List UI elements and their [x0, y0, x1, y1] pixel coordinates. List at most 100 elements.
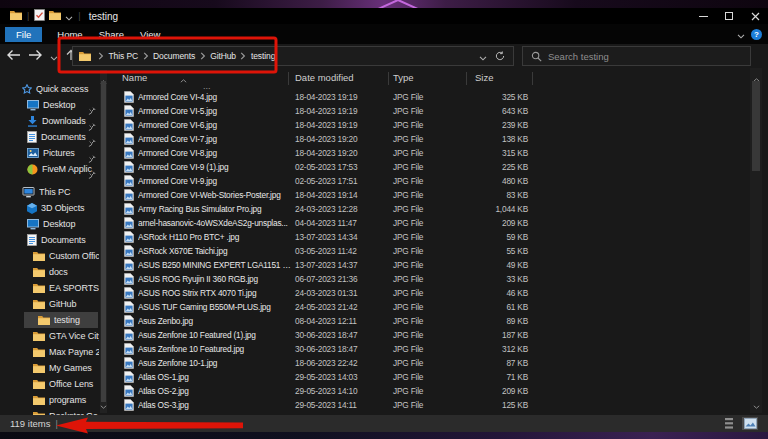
- recent-locations-chevron-icon[interactable]: [50, 47, 58, 65]
- sidebar-item-downloads[interactable]: Downloads: [0, 113, 104, 129]
- column-header-name[interactable]: Name: [122, 72, 147, 83]
- sidebar-scrollbar[interactable]: [100, 70, 107, 413]
- refresh-icon[interactable]: [495, 47, 505, 65]
- file-row[interactable]: ASUS ROG Strix RTX 4070 Ti.jpg24-03-2023…: [108, 286, 768, 300]
- sidebar-item-documents[interactable]: Documents: [0, 129, 104, 145]
- file-size: 643 KB: [466, 104, 528, 118]
- thumbnails-view-button[interactable]: [742, 417, 758, 430]
- new-folder-icon[interactable]: [49, 7, 61, 25]
- tab-home[interactable]: Home: [49, 27, 90, 42]
- sidebar-item-label: Office Lens: [49, 379, 99, 389]
- sidebar-item-desktop[interactable]: Desktop: [0, 216, 104, 232]
- tab-view[interactable]: View: [132, 27, 168, 42]
- details-view-button[interactable]: [721, 417, 737, 430]
- file-name: ASUS ROG Ryujin II 360 RGB.jpg: [138, 272, 292, 286]
- cube-icon: [27, 203, 37, 214]
- properties-icon[interactable]: [34, 7, 45, 25]
- jpg-file-icon: [124, 399, 134, 415]
- file-row[interactable]: arnel-hasanovic-4oWSXdeAS2g-unsplas...04…: [108, 216, 768, 230]
- file-row[interactable]: Atlas OS-3.jpg29-05-2023 14:11JPG File12…: [108, 398, 768, 412]
- file-size: 1,044 KB: [466, 202, 528, 216]
- file-row[interactable]: ASRock H110 Pro BTC+ .jpg13-07-2023 14:3…: [108, 230, 768, 244]
- column-separator[interactable]: [388, 72, 389, 85]
- sidebar-item-quick-access[interactable]: Quick access: [0, 81, 104, 97]
- forward-icon[interactable]: [28, 47, 43, 65]
- breadcrumb-chevron-icon[interactable]: [140, 52, 152, 60]
- file-row[interactable]: Armored Core VI-9 (1).jpg02-05-2023 17:5…: [108, 160, 768, 174]
- file-row[interactable]: ASUS B250 MINING EXPERT LGA1151 DD...13-…: [108, 258, 768, 272]
- file-type: JPG File: [393, 258, 423, 272]
- sidebar-item-fivem-applic[interactable]: FiveM Applic: [0, 161, 104, 177]
- minimize-button[interactable]: [690, 8, 716, 24]
- column-separator[interactable]: [532, 72, 533, 85]
- breadcrumb-chevron-icon[interactable]: [95, 52, 107, 60]
- help-icon[interactable]: ?: [751, 29, 762, 40]
- file-name: Armored Core VI-7.jpg: [138, 132, 292, 146]
- column-separator[interactable]: [288, 72, 289, 85]
- file-row[interactable]: Atlas OS-2.jpg29-05-2023 14:10JPG File20…: [108, 384, 768, 398]
- file-type: JPG File: [393, 230, 423, 244]
- file-row[interactable]: Asus Zenfone 10 Featured (1).jpg30-06-20…: [108, 328, 768, 342]
- breadcrumb-segment[interactable]: GitHub: [209, 51, 238, 61]
- breadcrumb-chevron-icon[interactable]: [197, 52, 209, 60]
- sidebar-item-my-games[interactable]: My Games: [0, 360, 104, 376]
- file-name: Asus Zenfone 10-1.jpg: [138, 356, 292, 370]
- sidebar-item-docs[interactable]: docs: [0, 264, 104, 280]
- file-row[interactable]: Armored Core VI-7.jpg18-04-2023 19:20JPG…: [108, 132, 768, 146]
- file-row[interactable]: Armored Core VI-9.jpg02-05-2023 17:51JPG…: [108, 174, 768, 188]
- sidebar-item-pictures[interactable]: Pictures: [0, 145, 104, 161]
- sidebar-item-documents[interactable]: Documents: [0, 232, 104, 248]
- column-separator[interactable]: [466, 72, 467, 85]
- maximize-button[interactable]: [716, 8, 742, 24]
- file-row[interactable]: Army Racing Bus Simulator Pro.jpg24-03-2…: [108, 202, 768, 216]
- sidebar-item-ea-sports-tm[interactable]: EA SPORTS(TM: [0, 280, 104, 296]
- tab-file[interactable]: File: [5, 27, 42, 42]
- tab-share[interactable]: Share: [91, 27, 132, 42]
- breadcrumb-segment[interactable]: This PC: [107, 51, 140, 61]
- file-row[interactable]: Armored Core VI-6.jpg18-04-2023 19:19JPG…: [108, 118, 768, 132]
- file-row[interactable]: Armored Core VI-Web-Stories-Poster.jpg18…: [108, 188, 768, 202]
- items-count: 119 items: [10, 418, 50, 429]
- sidebar-item-this-pc[interactable]: This PC: [0, 184, 104, 200]
- file-row[interactable]: Asus Zenfone 10-1.jpg18-06-2023 22:42JPG…: [108, 356, 768, 370]
- sidebar-item-github[interactable]: GitHub: [0, 296, 104, 312]
- file-row[interactable]: Atlas OS-1.jpg29-05-2023 14:03JPG File71…: [108, 370, 768, 384]
- column-header-type[interactable]: Type: [393, 72, 414, 83]
- file-row[interactable]: Asus Zenbo.jpg08-04-2023 12:11JPG File89…: [108, 314, 768, 328]
- sidebar-item-office-lens[interactable]: Office Lens: [0, 376, 104, 392]
- address-dropdown-chevron-icon[interactable]: [479, 47, 487, 65]
- folder-icon: [33, 363, 45, 374]
- breadcrumb-segment[interactable]: Documents: [152, 51, 197, 61]
- sidebar-item-desktop[interactable]: Desktop: [0, 97, 104, 113]
- address-bar[interactable]: This PC Documents GitHub testing: [72, 46, 514, 66]
- breadcrumb: This PC Documents GitHub testing: [91, 51, 479, 61]
- sidebar-item-custom-office[interactable]: Custom Office: [0, 248, 104, 264]
- close-button[interactable]: [742, 8, 768, 24]
- file-row[interactable]: ASUS ROG Ryujin II 360 RGB.jpg06-07-2023…: [108, 272, 768, 286]
- folder-icon: [38, 315, 50, 326]
- column-header-date-modified[interactable]: Date modified: [295, 72, 354, 83]
- ribbon-collapse-chevron-icon[interactable]: [737, 25, 745, 43]
- column-header-size[interactable]: Size: [475, 72, 493, 83]
- breadcrumb-segment[interactable]: testing: [249, 51, 276, 61]
- sidebar-item-max-payne-2-s[interactable]: Max Payne 2 S: [0, 344, 104, 360]
- file-row[interactable]: ASRock X670E Taichi.jpg03-05-2023 11:42J…: [108, 244, 768, 258]
- file-row[interactable]: Armored Core VI-5.jpg18-04-2023 19:19JPG…: [108, 104, 768, 118]
- sidebar-item-rockstar-ga[interactable]: Rockstar Ga: [0, 408, 104, 415]
- quick-access-toolbar-caret-icon[interactable]: [65, 7, 73, 25]
- file-date-modified: 18-04-2023 19:20: [295, 132, 357, 146]
- sidebar-item-gta-vice-city-u[interactable]: GTA Vice City U: [0, 328, 104, 344]
- file-name: ASUS B250 MINING EXPERT LGA1151 DD...: [138, 258, 292, 272]
- filelist-scrollbar[interactable]: [750, 68, 762, 413]
- file-name: Atlas OS-1.jpg: [138, 370, 292, 384]
- back-icon[interactable]: [6, 47, 21, 65]
- breadcrumb-chevron-icon[interactable]: [237, 52, 249, 60]
- sidebar-item-testing[interactable]: testing: [24, 312, 98, 328]
- file-row[interactable]: Armored Core VI-8.jpg18-04-2023 19:20JPG…: [108, 146, 768, 160]
- sidebar-item-3d-objects[interactable]: 3D Objects: [0, 200, 104, 216]
- sidebar-item-programs[interactable]: programs: [0, 392, 104, 408]
- file-row[interactable]: Asus Zenfone 10 Featured.jpg30-06-2023 1…: [108, 342, 768, 356]
- search-box[interactable]: Search testing: [522, 46, 751, 66]
- file-row[interactable]: ASUS TUF Gaming B550M-PLUS.jpg24-05-2023…: [108, 300, 768, 314]
- file-row[interactable]: Armored Core VI-4.jpg18-04-2023 19:19JPG…: [108, 90, 768, 104]
